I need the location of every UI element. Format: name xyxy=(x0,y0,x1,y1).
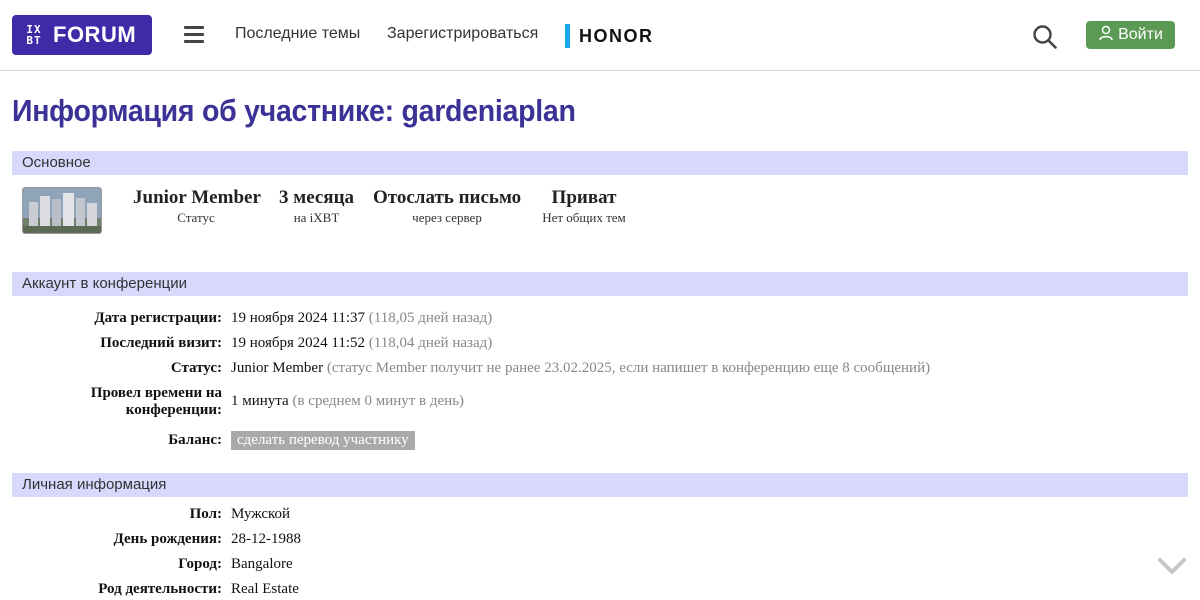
login-label: Войти xyxy=(1118,26,1163,43)
nav-latest-topics[interactable]: Последние темы xyxy=(235,25,360,43)
city-value: Bangalore xyxy=(231,556,293,572)
logo-text: FORUM xyxy=(53,22,137,47)
hamburger-icon[interactable] xyxy=(184,26,204,44)
gender-value: Мужской xyxy=(231,506,291,522)
stat-status: Junior Member Статус xyxy=(133,187,261,226)
time-spent-label: Провел времени на конференции: xyxy=(90,385,222,418)
stat-membership-value: 3 месяца xyxy=(279,187,355,208)
city-label: Город: xyxy=(178,556,222,572)
time-spent-value: 1 минута (в среднем 0 минут в день) xyxy=(231,393,465,409)
occupation-value: Real Estate xyxy=(231,581,299,597)
stat-status-caption: Статус xyxy=(177,210,215,225)
registration-value: 19 ноября 2024 11:37 (118,05 дней назад) xyxy=(231,310,493,326)
occupation-label: Род деятельности: xyxy=(98,581,222,597)
chevron-down-icon[interactable] xyxy=(1158,557,1186,577)
page-title: Информация об участнике: gardeniaplan xyxy=(12,93,576,128)
section-header-personal: Личная информация xyxy=(12,473,1188,497)
stat-membership: 3 месяца на iXBT xyxy=(279,187,354,226)
status-label: Статус: xyxy=(170,360,222,376)
registration-label: Дата регистрации: xyxy=(94,310,222,326)
search-icon[interactable] xyxy=(1032,24,1058,50)
last-visit-label: Последний визит: xyxy=(100,335,222,351)
brand-accent-bar xyxy=(565,24,570,48)
user-icon xyxy=(1098,25,1114,46)
stat-membership-caption: на iXBT xyxy=(293,210,340,225)
user-avatar[interactable] xyxy=(22,187,102,234)
send-email-link[interactable]: Отослать письмо xyxy=(373,187,521,209)
last-visit-value: 19 ноября 2024 11:52 (118,04 дней назад) xyxy=(231,335,493,351)
balance-value: сделать перевод участнику xyxy=(231,431,415,450)
section-header-account: Аккаунт в конференции xyxy=(12,272,1188,296)
brand-name: HONOR xyxy=(579,25,654,46)
nav-register[interactable]: Зарегистрироваться xyxy=(387,25,538,43)
stat-send-email[interactable]: Отослать письмо через сервер xyxy=(373,187,521,226)
gender-label: Пол: xyxy=(189,506,222,522)
stat-status-value: Junior Member xyxy=(133,187,261,208)
section-header-basic: Основное xyxy=(12,151,1188,175)
birthday-value: 28-12-1988 xyxy=(231,531,301,547)
stat-private-caption: Нет общих тем xyxy=(542,210,626,225)
ixbt-forum-logo[interactable]: IX BT FORUM xyxy=(12,15,152,55)
balance-label: Баланс: xyxy=(168,432,222,448)
send-email-caption: через сервер xyxy=(412,210,482,225)
stat-private: Приват Нет общих тем xyxy=(540,187,628,226)
honor-brand-link[interactable]: HONOR xyxy=(565,24,654,48)
login-button[interactable]: Войти xyxy=(1086,21,1175,49)
logo-mark: IX BT xyxy=(26,23,42,47)
transfer-button[interactable]: сделать перевод участнику xyxy=(231,431,415,450)
status-value: Junior Member (статус Member получит не … xyxy=(231,360,931,376)
site-header: IX BT FORUM Последние темы Зарегистриров… xyxy=(0,0,1200,71)
stat-private-value: Приват xyxy=(551,187,617,208)
birthday-label: День рождения: xyxy=(113,531,222,547)
